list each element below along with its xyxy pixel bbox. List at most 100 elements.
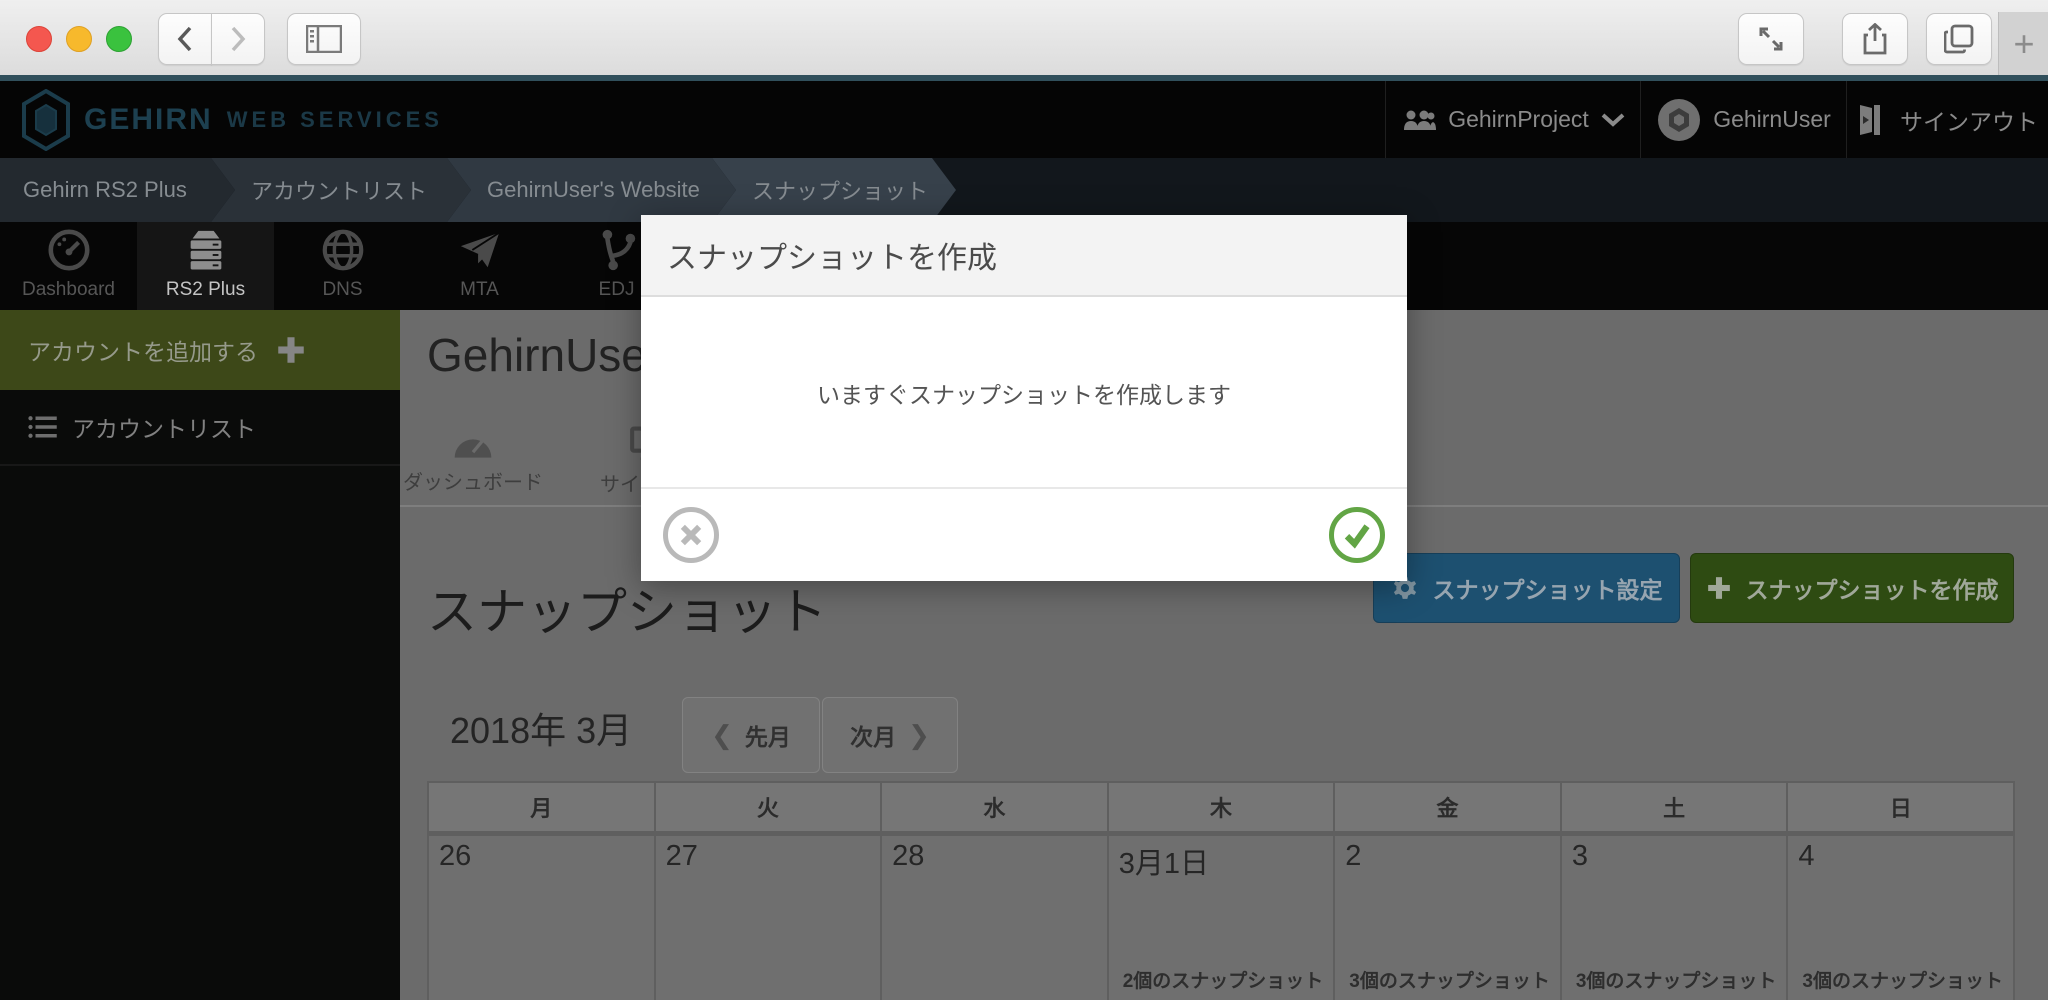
plus-icon [274, 333, 308, 367]
nav-label: EDJ [599, 279, 635, 301]
calendar-date: 3月1日 [1119, 840, 1209, 882]
snapshot-settings-button[interactable]: スナップショット設定 [1373, 553, 1680, 623]
prev-month-button[interactable]: ❮ 先月 [682, 697, 820, 773]
nav-label: DNS [322, 279, 362, 301]
list-icon [28, 414, 58, 440]
gehirn-hexagon-icon [22, 89, 70, 151]
snapshot-count: 3個のスナップショット [1349, 966, 1550, 993]
calendar-weekday: 日 [1788, 783, 2013, 834]
nav-item-dashboard[interactable]: Dashboard [0, 222, 137, 310]
plus-glyph: + [2013, 23, 2034, 65]
brand-suffix: WEB SERVICES [227, 107, 443, 133]
tabs-icon [1944, 24, 1974, 54]
dialog-body-text: いますぐスナップショットを作成します [641, 299, 1407, 487]
calendar-date: 27 [666, 840, 698, 873]
dialog-confirm-button[interactable] [1329, 507, 1385, 563]
share-icon [1862, 23, 1888, 55]
calendar-date: 3 [1572, 840, 1588, 873]
chevron-right-icon [227, 24, 249, 54]
calendar-weekday: 水 [882, 783, 1107, 834]
calendar-day-cell[interactable]: 2 3個のスナップショット [1335, 836, 1560, 1000]
gauge-icon [451, 428, 495, 458]
browser-chrome: + [0, 0, 2048, 75]
paper-plane-icon [457, 227, 503, 273]
new-tab-button[interactable]: + [1998, 12, 2048, 75]
signout-door-icon [1858, 103, 1888, 137]
close-window-button[interactable] [26, 26, 52, 52]
breadcrumb-item-account-list[interactable]: アカウントリスト [211, 158, 471, 222]
add-account-button[interactable]: アカウントを追加する [0, 310, 400, 390]
back-button[interactable] [158, 13, 212, 65]
calendar-weekday: 金 [1335, 783, 1560, 834]
brand-name: GEHIRN [84, 103, 213, 137]
project-menu[interactable]: GehirnProject [1385, 81, 1641, 158]
nav-label: RS2 Plus [166, 279, 245, 301]
nav-label: MTA [460, 279, 499, 301]
nav-item-rs2plus[interactable]: RS2 Plus [137, 222, 274, 310]
calendar-day-cell[interactable]: 3月1日 2個のスナップショット [1109, 836, 1334, 1000]
month-label: 2018年 3月 [450, 702, 632, 754]
sidebar-icon [306, 25, 342, 53]
calendar-date: 28 [892, 840, 924, 873]
create-snapshot-dialog: スナップショットを作成 いますぐスナップショットを作成します [641, 215, 1407, 581]
page-title: スナップショット [427, 572, 827, 644]
share-button[interactable] [1842, 13, 1908, 65]
calendar-weekday: 火 [656, 783, 881, 834]
check-icon [1342, 520, 1372, 550]
project-name: GehirnProject [1448, 106, 1589, 133]
dialog-footer [641, 487, 1407, 581]
globe-icon [320, 227, 366, 273]
users-icon [1402, 108, 1436, 132]
breadcrumb-item-snapshot[interactable]: スナップショット [712, 158, 956, 222]
avatar [1657, 98, 1701, 142]
dialog-title: スナップショットを作成 [641, 215, 1407, 297]
sidebar-toggle-button[interactable] [287, 13, 361, 65]
zoom-window-button[interactable] [106, 26, 132, 52]
chevron-down-icon [1601, 113, 1625, 127]
calendar-day-cell[interactable]: 4 3個のスナップショット [1788, 836, 2013, 1000]
app-header: GEHIRN WEB SERVICES GehirnProject Gehirn… [0, 81, 2048, 158]
snapshot-calendar: 月 火 水 木 金 土 日 26 27 28 3月1日 2個のスナップショット … [427, 781, 2015, 1000]
snapshot-count: 3個のスナップショット [1576, 966, 1777, 993]
sidebar: アカウントを追加する アカウントリスト [0, 310, 400, 1000]
dashboard-gauge-icon [46, 227, 92, 273]
calendar-date: 4 [1798, 840, 1814, 873]
breadcrumb-item-website[interactable]: GehirnUser's Website [447, 158, 736, 222]
calendar-weekday: 土 [1562, 783, 1787, 834]
nav-label: Dashboard [22, 279, 115, 301]
snapshot-count: 2個のスナップショット [1123, 966, 1324, 993]
fullscreen-button[interactable] [1738, 13, 1804, 65]
create-snapshot-button[interactable]: スナップショットを作成 [1690, 553, 2014, 623]
x-icon [677, 521, 705, 549]
tab-dashboard[interactable]: ダッシュボード [408, 428, 538, 495]
nav-item-mta[interactable]: MTA [411, 222, 548, 310]
chevron-left-icon: ❮ [711, 720, 733, 751]
breadcrumb-item-rs2plus[interactable]: Gehirn RS2 Plus [0, 158, 235, 222]
calendar-weekday: 月 [429, 783, 654, 834]
tab-overview-button[interactable] [1926, 13, 1992, 65]
expand-arrows-icon [1757, 25, 1785, 53]
plus-icon [1706, 575, 1732, 601]
minimize-window-button[interactable] [66, 26, 92, 52]
server-stack-icon [183, 227, 229, 273]
chevron-left-icon [174, 24, 196, 54]
calendar-date: 26 [439, 840, 471, 873]
signout-button[interactable]: サインアウト [1846, 81, 2048, 158]
next-month-button[interactable]: 次月 ❯ [822, 697, 958, 773]
nav-item-dns[interactable]: DNS [274, 222, 411, 310]
user-name: GehirnUser [1713, 106, 1831, 133]
calendar-day-cell[interactable]: 28 [882, 836, 1107, 1000]
calendar-day-cell[interactable]: 27 [656, 836, 881, 1000]
snapshot-count: 3個のスナップショット [1802, 966, 2003, 993]
signout-label: サインアウト [1900, 103, 2038, 137]
brand-logo[interactable]: GEHIRN WEB SERVICES [22, 81, 443, 158]
user-menu[interactable]: GehirnUser [1640, 81, 1847, 158]
calendar-day-cell[interactable]: 26 [429, 836, 654, 1000]
chevron-right-icon: ❯ [908, 720, 930, 751]
calendar-weekday: 木 [1109, 783, 1334, 834]
forward-button[interactable] [211, 13, 265, 65]
dialog-cancel-button[interactable] [663, 507, 719, 563]
sidebar-item-account-list[interactable]: アカウントリスト [0, 390, 400, 466]
calendar-day-cell[interactable]: 3 3個のスナップショット [1562, 836, 1787, 1000]
branch-icon [594, 227, 640, 273]
